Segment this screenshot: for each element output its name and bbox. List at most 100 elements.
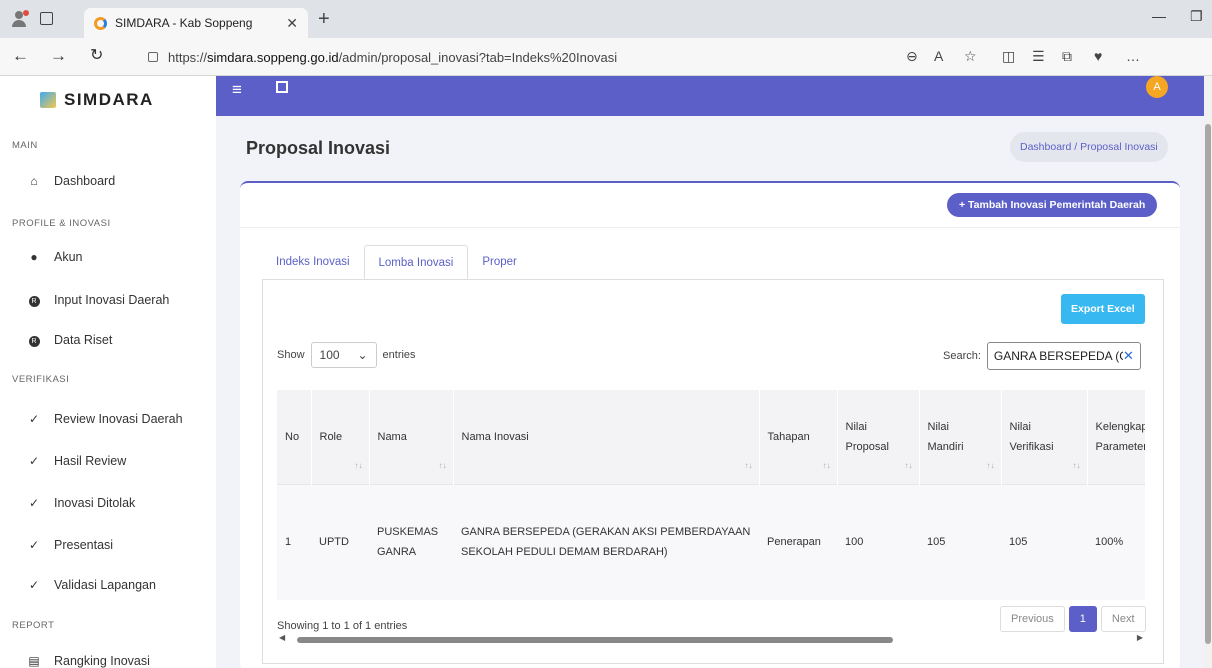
column-header[interactable]: Role ↑↓ [311, 390, 370, 484]
tab-lomba-inovasi[interactable]: Lomba Inovasi [363, 245, 469, 279]
collections-icon[interactable]: ⧉ [1062, 48, 1072, 65]
show-label: Show [277, 349, 305, 361]
minimize-icon[interactable]: — [1152, 8, 1166, 24]
column-header[interactable]: Nama Inovasi ↑↓ [453, 390, 760, 484]
split-screen-icon[interactable]: ◫ [1002, 48, 1015, 65]
url-field[interactable]: https://simdara.soppeng.go.id/admin/prop… [140, 43, 900, 71]
tab-content: Export Excel Show 100 ⌄ entries Search: G… [262, 280, 1164, 664]
sidebar-item-hasil-review[interactable]: ✓ Hasil Review [28, 454, 126, 468]
search-box: Search: GANRA BERSEPEDA (GI ✕ [943, 342, 1141, 370]
column-header[interactable]: Nilai Mandiri ↑↓ [919, 390, 1002, 484]
more-icon[interactable]: … [1126, 48, 1140, 64]
sidebar-item-label: Dashboard [54, 174, 116, 188]
tab-title: SIMDARA - Kab Soppeng [115, 16, 253, 30]
cell-nilai-mandiri: 105 [919, 483, 1001, 600]
fullscreen-icon[interactable] [276, 81, 288, 93]
page-scrollbar[interactable] [1204, 76, 1212, 668]
read-aloud-icon[interactable]: A [934, 48, 943, 64]
previous-button[interactable]: Previous [1000, 606, 1065, 632]
page-button[interactable]: 1 [1068, 606, 1097, 632]
search-input[interactable]: GANRA BERSEPEDA (GI ✕ [986, 342, 1141, 370]
sidebar-item-input-inovasi[interactable]: R Input Inovasi Daerah [28, 292, 169, 307]
sort-icon: ↑↓ [744, 460, 753, 470]
add-innovation-button[interactable]: + Tambah Inovasi Pemerintah Daerah [947, 193, 1158, 217]
column-header[interactable]: Kelengkap Parameter [1087, 390, 1146, 484]
sidebar-item-akun[interactable]: ● Akun [28, 250, 83, 264]
search-label: Search: [943, 350, 981, 362]
cell-role: UPTD [311, 483, 369, 600]
document-icon: ▤ [28, 654, 40, 668]
table-scrollbar[interactable]: ◀ ▶ [277, 633, 1145, 644]
cell-nilai-verifikasi: 105 [1001, 483, 1087, 600]
sidebar-item-inovasi-ditolak[interactable]: ✓ Inovasi Ditolak [28, 496, 135, 510]
sidebar-item-rangking[interactable]: ▤ Rangking Inovasi [28, 654, 150, 668]
close-tab-icon[interactable]: ✕ [286, 15, 298, 32]
registered-icon: R [28, 292, 40, 307]
export-excel-button[interactable]: Export Excel [1061, 294, 1145, 324]
browser-titlebar: SIMDARA - Kab Soppeng ✕ + — ❐ [0, 0, 1212, 38]
sidebar-item-label: Akun [54, 250, 83, 264]
sidebar-item-label: Presentasi [54, 538, 114, 552]
sidebar-item-label: Rangking Inovasi [54, 654, 150, 668]
profile-icon[interactable] [10, 10, 29, 28]
forward-icon[interactable]: → [50, 47, 67, 65]
breadcrumb[interactable]: Dashboard / Proposal Inovasi [1010, 132, 1168, 162]
double-check-icon: ✓ [28, 538, 40, 552]
column-header[interactable]: No [277, 390, 312, 484]
scroll-right-icon[interactable]: ▶ [1137, 633, 1143, 642]
sidebar-item-presentasi[interactable]: ✓ Presentasi [28, 538, 113, 552]
column-header-label: No [285, 430, 300, 443]
tab-actions-icon[interactable] [40, 12, 53, 25]
address-bar: ← → ↻ https://simdara.soppeng.go.id/admi… [0, 38, 1212, 76]
chevron-down-icon: ⌄ [357, 348, 368, 362]
url-domain: simdara.soppeng.go.id [207, 49, 339, 65]
zoom-icon[interactable]: ⊖ [906, 48, 918, 65]
home-icon: ⌂ [30, 174, 38, 188]
sort-icon: ↑↓ [438, 460, 447, 470]
section-report: REPORT [12, 620, 55, 631]
next-button[interactable]: Next [1100, 606, 1146, 632]
browser-tab[interactable]: SIMDARA - Kab Soppeng ✕ [84, 8, 308, 38]
clear-icon[interactable]: ✕ [1123, 348, 1134, 364]
tab-proper[interactable]: Proper [468, 245, 531, 279]
menu-icon[interactable]: ≡ [232, 80, 242, 100]
registered-icon: R [28, 332, 40, 347]
column-header-label: Kelengkap Parameter [1095, 420, 1145, 453]
new-tab-icon[interactable]: + [318, 8, 330, 30]
entries-select[interactable]: 100 ⌄ [310, 342, 377, 368]
sidebar-item-validasi[interactable]: ✓ Validasi Lapangan [28, 578, 156, 592]
sidebar-item-dashboard[interactable]: ⌂ Dashboard [28, 174, 115, 188]
sidebar-item-label: Hasil Review [54, 454, 127, 468]
sidebar-item-data-riset[interactable]: R Data Riset [28, 332, 112, 347]
sort-icon: ↑↓ [986, 460, 995, 470]
search-value: GANRA BERSEPEDA (GI [993, 349, 1124, 363]
tab-indeks-inovasi[interactable]: Indeks Inovasi [262, 245, 364, 279]
column-header[interactable]: Nilai Verifikasi ↑↓ [1001, 390, 1088, 484]
cell-no: 1 [277, 483, 311, 600]
pagination: Previous 1 Next [996, 606, 1146, 632]
sidebar: SIMDARA MAIN ⌂ Dashboard PROFILE & INOVAS… [0, 76, 216, 668]
sidebar-item-label: Review Inovasi Daerah [54, 412, 183, 426]
favorites-icon[interactable]: ☰ [1032, 48, 1045, 65]
table-info: Showing 1 to 1 of 1 entries [277, 620, 408, 632]
cell-nilai-proposal: 100 [837, 483, 919, 600]
entries-value: 100 [319, 348, 340, 362]
column-header[interactable]: Nama ↑↓ [369, 390, 454, 484]
refresh-icon[interactable]: ↻ [90, 47, 103, 65]
page-title: Proposal Inovasi [246, 138, 391, 158]
restore-icon[interactable]: ❐ [1190, 8, 1203, 25]
table-row[interactable]: 1 UPTD PUSKEMAS GANRA GANRA BERSEPEDA (G… [277, 483, 1145, 600]
column-header[interactable]: Tahapan ↑↓ [759, 390, 838, 484]
favorite-star-icon[interactable]: ☆ [964, 48, 977, 65]
column-header[interactable]: Nilai Proposal ↑↓ [837, 390, 920, 484]
favicon-icon [94, 16, 107, 30]
avatar[interactable]: A [1146, 76, 1168, 98]
scroll-left-icon[interactable]: ◀ [279, 633, 285, 642]
brand[interactable]: SIMDARA [0, 76, 216, 124]
user-icon: ● [30, 250, 38, 264]
back-icon[interactable]: ← [12, 47, 29, 65]
sidebar-item-review-inovasi[interactable]: ✓ Review Inovasi Daerah [28, 412, 183, 426]
extensions-icon[interactable]: ♥ [1094, 48, 1102, 64]
url-path: /admin/proposal_inovasi?tab=Indeks%20Ino… [338, 49, 618, 65]
double-check-icon: ✓ [28, 412, 40, 426]
